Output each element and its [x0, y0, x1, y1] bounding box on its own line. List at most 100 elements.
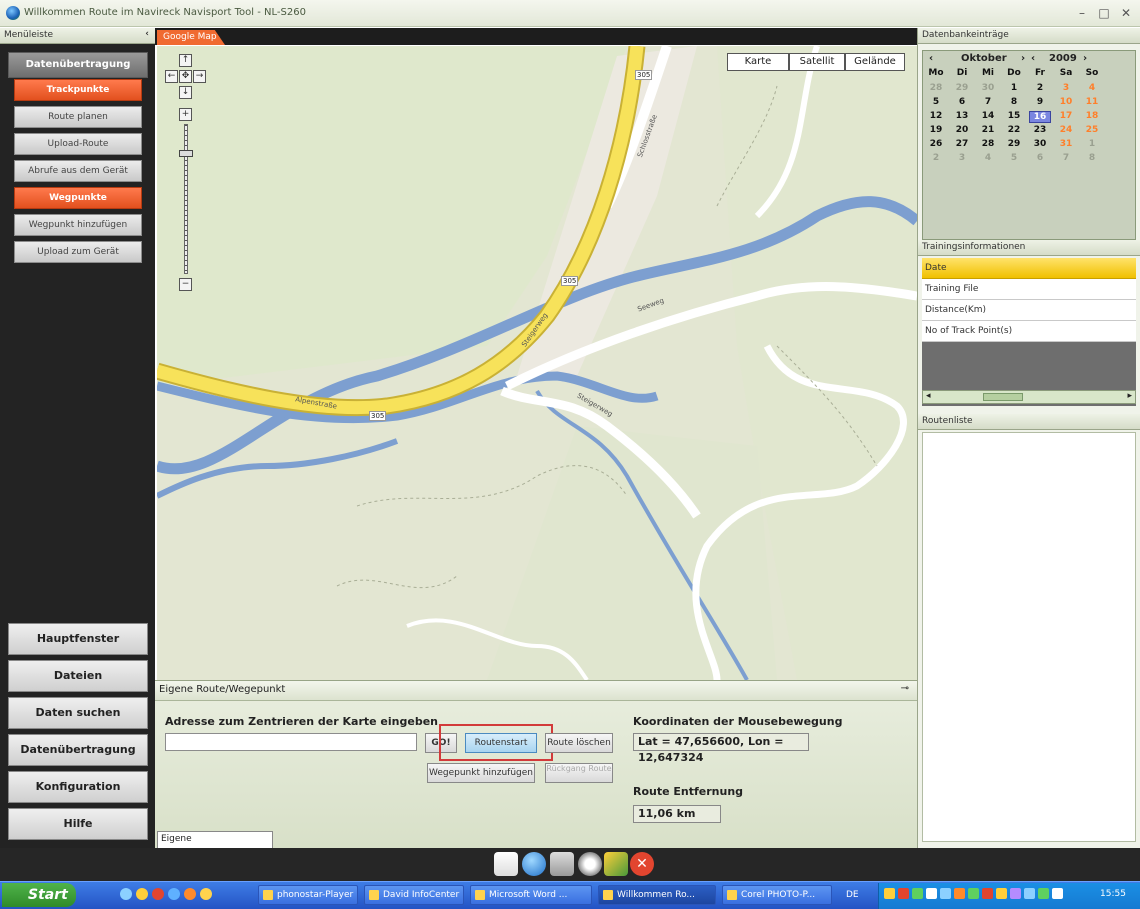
- calendar-day[interactable]: 7: [977, 97, 999, 107]
- calendar-day[interactable]: 1: [1081, 139, 1103, 149]
- tray-icon[interactable]: [884, 888, 895, 899]
- document-icon[interactable]: [550, 852, 574, 876]
- tray-icon[interactable]: [954, 888, 965, 899]
- language-indicator[interactable]: DE: [846, 890, 859, 900]
- menu-item-wegpunkt-hinzufuegen[interactable]: Wegpunkt hinzufügen: [14, 214, 142, 236]
- menu-item-upload-route[interactable]: Upload-Route: [14, 133, 142, 155]
- pin-icon[interactable]: ‹: [145, 29, 149, 39]
- tray-icon[interactable]: [1052, 888, 1063, 899]
- calendar-day[interactable]: 26: [925, 139, 947, 149]
- section-datenuebertragung[interactable]: Datenübertragung: [8, 52, 148, 78]
- calendar-day[interactable]: 1: [1003, 83, 1025, 93]
- calendar-day[interactable]: 19: [925, 125, 947, 135]
- calendar-day[interactable]: 13: [951, 111, 973, 121]
- calendar-day[interactable]: 3: [1055, 83, 1077, 93]
- nav-hilfe[interactable]: Hilfe: [8, 808, 148, 840]
- scroll-right-icon[interactable]: ▸: [1127, 391, 1132, 401]
- tab-google-map[interactable]: Google Map: [157, 30, 225, 45]
- quicklaunch-icon[interactable]: [152, 888, 164, 900]
- calendar-day[interactable]: 5: [1003, 153, 1025, 163]
- calendar-day[interactable]: 4: [977, 153, 999, 163]
- map-type-karte[interactable]: Karte: [727, 53, 789, 71]
- route-list[interactable]: [922, 432, 1136, 842]
- calendar-day[interactable]: 2: [1029, 83, 1051, 93]
- exit-icon[interactable]: ✕: [630, 852, 654, 876]
- zoom-slider-handle[interactable]: [179, 150, 193, 157]
- map-canvas[interactable]: 305 305 305 Schlosstraße Steigerweg Alpe…: [157, 46, 917, 680]
- scroll-thumb[interactable]: [983, 393, 1023, 401]
- menu-item-abrufe[interactable]: Abrufe aus dem Gerät: [14, 160, 142, 182]
- globe-icon[interactable]: [522, 852, 546, 876]
- minimize-button[interactable]: –: [1074, 6, 1090, 20]
- tray-icon[interactable]: [1010, 888, 1021, 899]
- tray-icon[interactable]: [940, 888, 951, 899]
- pan-center-icon[interactable]: ✥: [179, 70, 192, 83]
- calendar-day[interactable]: 31: [1055, 139, 1077, 149]
- prev-month-icon[interactable]: ‹: [929, 53, 933, 64]
- taskbar-button-phonostar[interactable]: phonostar-Player: [258, 885, 358, 905]
- close-button[interactable]: ✕: [1118, 6, 1134, 20]
- calendar-day[interactable]: 24: [1055, 125, 1077, 135]
- nav-datenuebertragung[interactable]: Datenübertragung: [8, 734, 148, 766]
- calendar-day[interactable]: 18: [1081, 111, 1103, 121]
- map-type-satellit[interactable]: Satellit: [789, 53, 845, 71]
- training-row-file[interactable]: Training File: [922, 279, 1136, 300]
- calendar-day[interactable]: 7: [1055, 153, 1077, 163]
- next-month-icon[interactable]: ›: [1021, 53, 1025, 64]
- calendar-day[interactable]: 12: [925, 111, 947, 121]
- calendar-day[interactable]: 6: [1029, 153, 1051, 163]
- calendar-day[interactable]: 28: [925, 83, 947, 93]
- tab-eigene-route[interactable]: Eigene Route/Wegepunkt: [157, 831, 273, 859]
- prev-year-icon[interactable]: ‹: [1031, 53, 1035, 64]
- calendar-day[interactable]: 15: [1003, 111, 1025, 121]
- calendar-day[interactable]: 9: [1029, 97, 1051, 107]
- maximize-button[interactable]: □: [1096, 6, 1112, 20]
- menu-item-wegpunkte[interactable]: Wegpunkte: [14, 187, 142, 209]
- calendar-day[interactable]: 8: [1003, 97, 1025, 107]
- search-icon[interactable]: [578, 852, 602, 876]
- calendar-day[interactable]: 6: [951, 97, 973, 107]
- calendar-day[interactable]: 30: [977, 83, 999, 93]
- scroll-left-icon[interactable]: ◂: [926, 391, 931, 401]
- calendar-day[interactable]: 25: [1081, 125, 1103, 135]
- nav-hauptfenster[interactable]: Hauptfenster: [8, 623, 148, 655]
- training-row-distance[interactable]: Distance(Km): [922, 300, 1136, 321]
- tray-icon[interactable]: [968, 888, 979, 899]
- tray-icon[interactable]: [1024, 888, 1035, 899]
- zoom-out-icon[interactable]: −: [179, 278, 192, 291]
- calendar-day[interactable]: 4: [1081, 83, 1103, 93]
- calendar-day[interactable]: 23: [1029, 125, 1051, 135]
- calendar-day[interactable]: 17: [1055, 111, 1077, 121]
- nav-daten-suchen[interactable]: Daten suchen: [8, 697, 148, 729]
- pan-up-icon[interactable]: ↑: [179, 54, 192, 67]
- quicklaunch-icon[interactable]: [168, 888, 180, 900]
- quicklaunch-icon[interactable]: [136, 888, 148, 900]
- menu-item-route-planen[interactable]: Route planen: [14, 106, 142, 128]
- calendar-day[interactable]: 5: [925, 97, 947, 107]
- taskbar-button-word[interactable]: Microsoft Word ...: [470, 885, 592, 905]
- next-year-icon[interactable]: ›: [1083, 53, 1087, 64]
- address-input[interactable]: [165, 733, 417, 751]
- tray-icon[interactable]: [982, 888, 993, 899]
- zoom-slider[interactable]: [184, 124, 188, 274]
- add-waypoint-button[interactable]: Wegepunkt hinzufügen: [427, 763, 535, 783]
- new-file-icon[interactable]: [494, 852, 518, 876]
- calendar-day[interactable]: 14: [977, 111, 999, 121]
- quicklaunch-icon[interactable]: [184, 888, 196, 900]
- calendar-day[interactable]: 30: [1029, 139, 1051, 149]
- menu-item-trackpunkte[interactable]: Trackpunkte: [14, 79, 142, 101]
- taskbar-button-david[interactable]: David InfoCenter: [364, 885, 464, 905]
- tray-icon[interactable]: [912, 888, 923, 899]
- quicklaunch-icon[interactable]: [120, 888, 132, 900]
- training-row-trackpoints[interactable]: No of Track Point(s): [922, 321, 1136, 342]
- menu-item-upload-geraet[interactable]: Upload zum Gerät: [14, 241, 142, 263]
- route-delete-button[interactable]: Route löschen: [545, 733, 613, 753]
- calendar-day[interactable]: 11: [1081, 97, 1103, 107]
- calendar-day[interactable]: 8: [1081, 153, 1103, 163]
- calendar-day[interactable]: 28: [977, 139, 999, 149]
- taskbar-button-willkommen[interactable]: Willkommen Ro...: [598, 885, 716, 905]
- nav-konfiguration[interactable]: Konfiguration: [8, 771, 148, 803]
- pin-icon[interactable]: ⊸: [901, 683, 909, 694]
- training-row-date[interactable]: Date: [922, 258, 1136, 279]
- tray-icon[interactable]: [926, 888, 937, 899]
